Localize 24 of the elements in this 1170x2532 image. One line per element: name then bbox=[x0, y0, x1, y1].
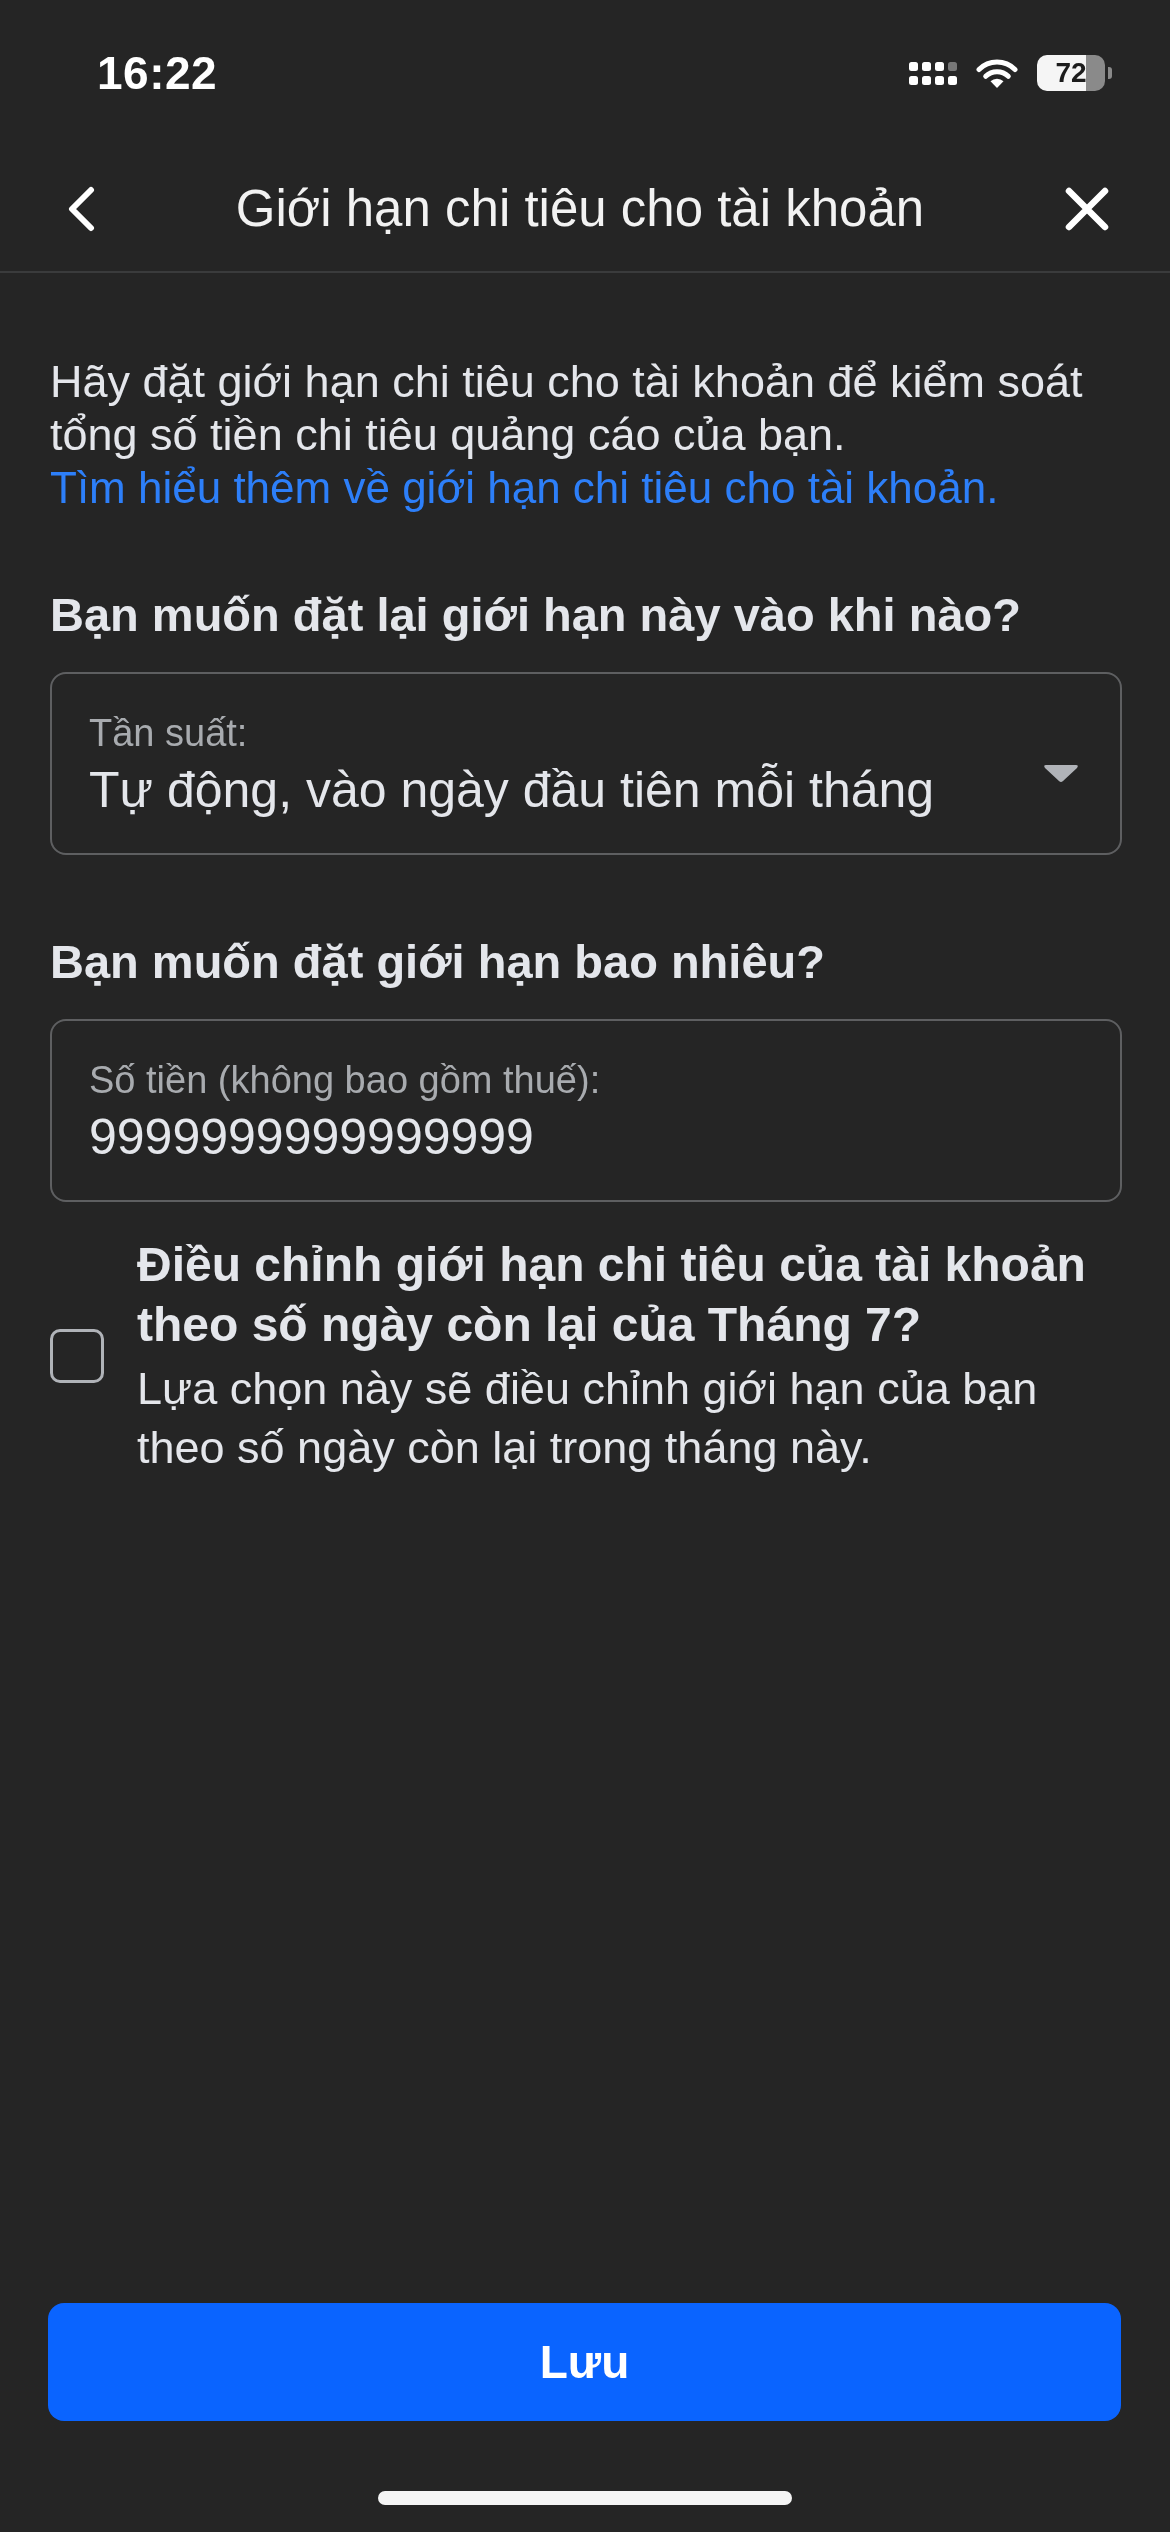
amount-input-field[interactable]: Số tiền (không bao gồm thuế): 9999999999999999 bbox=[50, 1019, 1122, 1202]
signal-icon bbox=[909, 61, 957, 85]
option-title: Điều chỉnh giới hạn chi tiêu của tài khoản theo số ngày còn lại của Tháng 7? bbox=[137, 1237, 1087, 1353]
learn-more-link[interactable]: Tìm hiểu thêm về giới hạn chi tiêu cho tài khoản. bbox=[50, 461, 999, 514]
section-heading: Bạn muốn đặt lại giới hạn này vào khi nào? bbox=[50, 587, 1022, 643]
field-label: Số tiền (không bao gồm thuế): bbox=[89, 1059, 601, 1101]
field-label: Tần suất: bbox=[89, 712, 249, 754]
section-heading: Bạn muốn đặt giới hạn bao nhiêu? bbox=[50, 934, 826, 990]
battery-indicator: 72 bbox=[1037, 55, 1112, 91]
status-time: 16:22 bbox=[97, 45, 218, 101]
back-button[interactable] bbox=[66, 185, 96, 232]
intro-paragraph: Hãy đặt giới hạn chi tiêu cho tài khoản để kiểm soát tổng số tiền chi tiêu quảng cáo của bạn. bbox=[50, 355, 1084, 461]
checkbox[interactable] bbox=[50, 1329, 104, 1383]
wifi-icon bbox=[975, 57, 1019, 89]
field-value: 9999999999999999 bbox=[89, 1109, 535, 1165]
field-value: Tự động, vào ngày đầu tiên mỗi tháng bbox=[89, 762, 935, 818]
dropdown-field[interactable]: Tần suất: Tự động, vào ngày đầu tiên mỗi tháng bbox=[50, 672, 1122, 855]
caret-down-icon bbox=[1042, 762, 1080, 784]
close-icon bbox=[1064, 185, 1110, 232]
page-title: Giới hạn chi tiêu cho tài khoản bbox=[234, 178, 926, 239]
option-description: Lựa chọn này sẽ điều chỉnh giới hạn của bạn theo số ngày còn lại trong tháng này. bbox=[137, 1362, 1039, 1475]
back-chevron-icon bbox=[66, 185, 96, 232]
save-button[interactable]: Lưu bbox=[48, 2303, 1121, 2421]
close-button[interactable] bbox=[1064, 185, 1110, 232]
